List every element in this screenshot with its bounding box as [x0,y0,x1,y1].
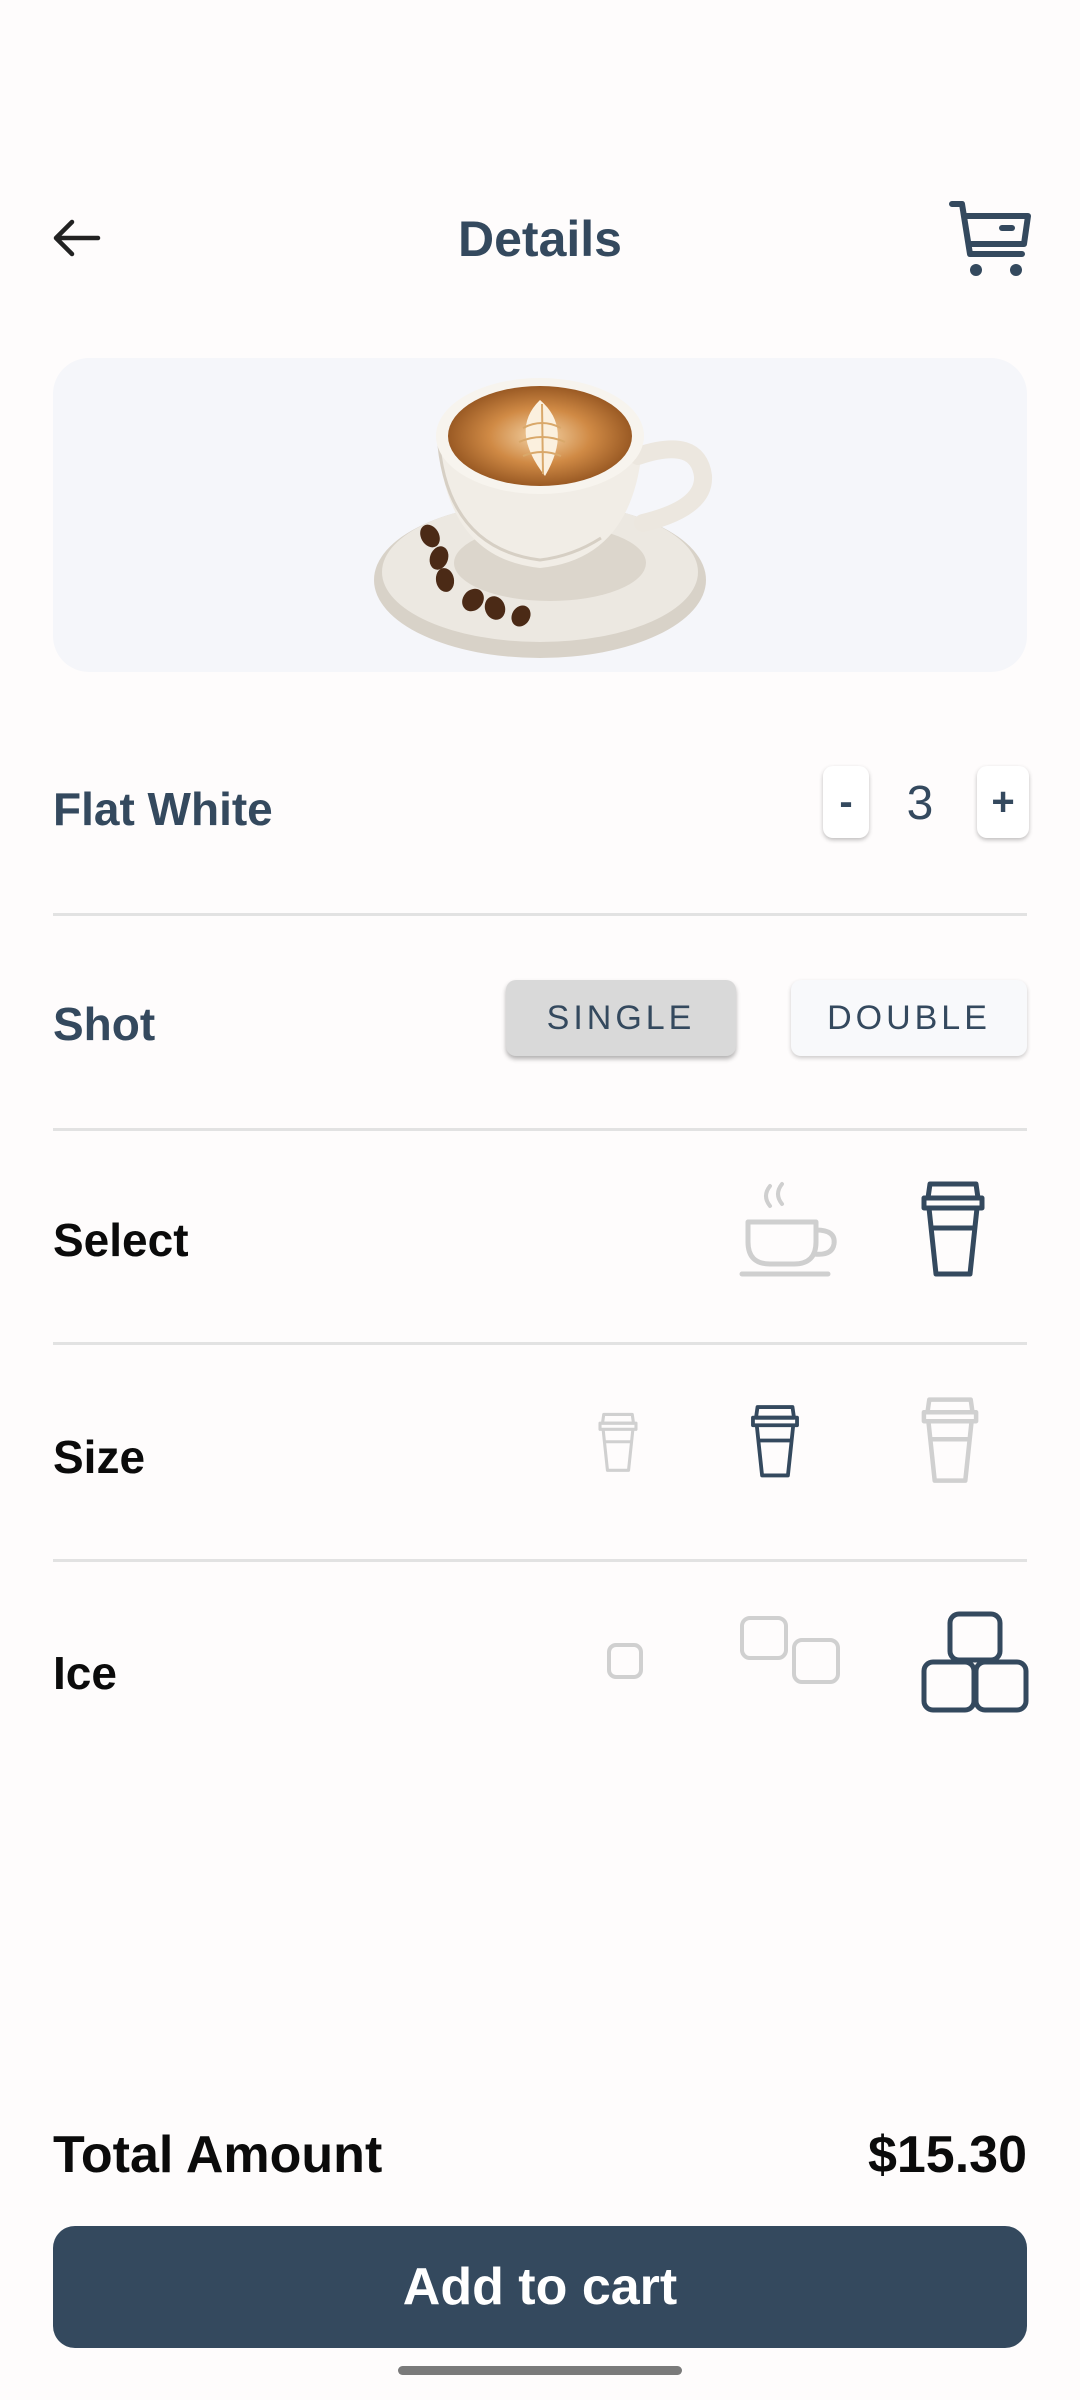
size-option-small[interactable] [596,1412,640,1474]
hot-cup-icon [739,1182,837,1277]
ice-option-one[interactable] [606,1642,644,1680]
cart-button[interactable] [948,198,1032,282]
increase-quantity-button[interactable]: + [977,766,1029,838]
quantity-value: 3 [906,777,934,830]
ice-label: Ice [53,1647,117,1699]
size-option-large[interactable] [918,1396,982,1486]
select-option-takeaway[interactable] [918,1180,988,1280]
medium-cup-icon [751,1405,799,1478]
ice-option-two[interactable] [738,1614,844,1686]
product-image-card [53,358,1027,672]
divider [53,1559,1027,1562]
decrease-quantity-button[interactable]: - [823,766,869,838]
ice-option-three[interactable] [920,1610,1030,1714]
shot-option-double[interactable]: DOUBLE [791,980,1027,1056]
two-ice-cubes-icon [740,1616,840,1684]
three-ice-cubes-icon [921,1611,1029,1713]
size-option-medium[interactable] [748,1404,802,1480]
large-cup-icon [921,1397,979,1483]
small-cup-icon [598,1412,638,1472]
shot-option-single[interactable]: SINGLE [506,980,736,1056]
divider [53,913,1027,916]
coffee-cup-image [374,378,712,658]
home-indicator[interactable] [398,2366,682,2375]
total-amount-label: Total Amount [53,2126,383,2184]
product-name: Flat White [53,783,273,835]
add-to-cart-button[interactable]: Add to cart [53,2226,1027,2348]
divider [53,1128,1027,1131]
one-ice-cube-icon [607,1643,643,1679]
page-title: Details [458,211,622,267]
shopping-cart-icon [949,201,1031,276]
shot-label: Shot [53,998,156,1050]
takeaway-cup-icon [921,1181,985,1277]
total-amount-value: $15.30 [867,2126,1027,2184]
select-option-hot[interactable] [738,1180,842,1280]
select-label: Select [53,1214,189,1266]
divider [53,1342,1027,1345]
size-label: Size [53,1431,146,1483]
